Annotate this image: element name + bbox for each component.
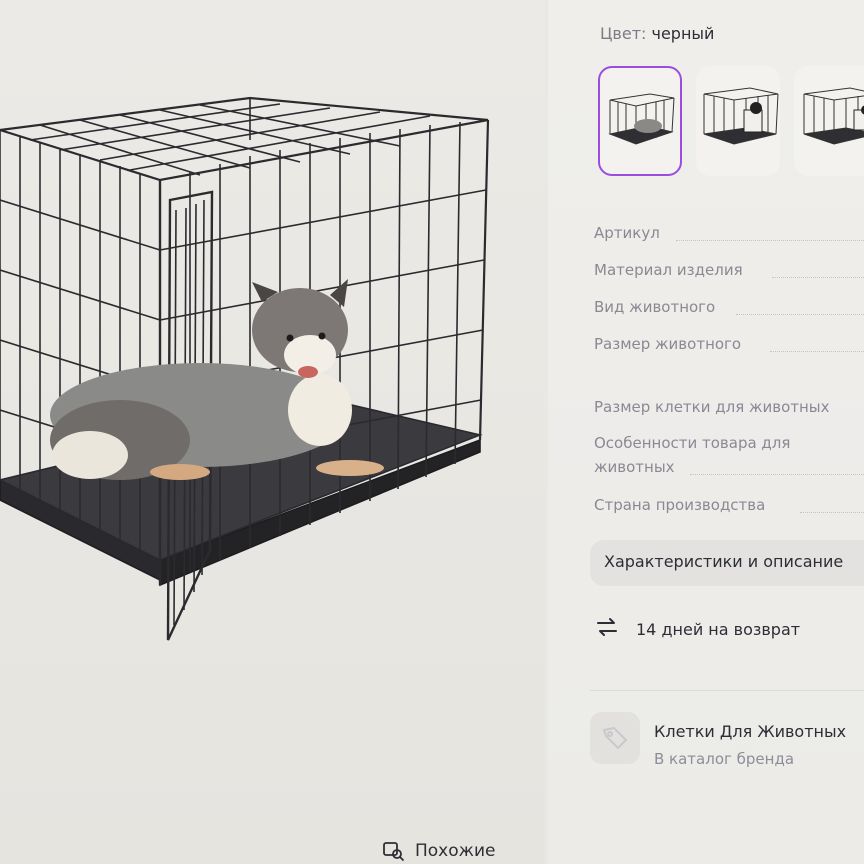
spec-label: Вид животного xyxy=(594,298,716,316)
color-label-prefix: Цвет: xyxy=(600,24,647,43)
thumbnail-image xyxy=(803,87,864,145)
spec-leader xyxy=(736,314,864,315)
similar-button-label: Похожие xyxy=(415,841,496,861)
brand-catalog-link[interactable]: В каталог бренда xyxy=(654,750,794,768)
spec-leader xyxy=(676,240,864,241)
spec-row-article: Артикул xyxy=(594,222,864,244)
spec-leader xyxy=(800,512,864,513)
spec-row-animal-size: Размер животного xyxy=(594,333,864,355)
spec-row-cage-size: Размер клетки для животных xyxy=(594,396,864,418)
spec-leader xyxy=(690,474,864,475)
spec-label: Материал изделия xyxy=(594,261,743,279)
characteristics-button-label: Характеристики и описание xyxy=(604,552,844,571)
spec-row-features: Особенности товара для xyxy=(594,432,864,454)
spec-label: Размер клетки для животных xyxy=(594,398,830,416)
spec-label: Страна производства xyxy=(594,496,766,514)
thumbnail-cage-photo-2[interactable] xyxy=(696,66,780,176)
return-policy-text: 14 дней на возврат xyxy=(636,620,801,639)
color-selector-label: Цвет: черный xyxy=(600,24,714,43)
brand-name[interactable]: Клетки Для Животных xyxy=(654,722,846,741)
spec-row-material: Материал изделия xyxy=(594,259,864,281)
product-main-image[interactable] xyxy=(0,80,500,660)
spec-row-country: Страна производства xyxy=(594,494,864,516)
spec-leader xyxy=(772,277,864,278)
brand-logo[interactable] xyxy=(590,712,640,764)
characteristics-button[interactable]: Характеристики и описание xyxy=(590,540,864,586)
spec-label: Размер животного xyxy=(594,335,742,353)
thumbnail-image xyxy=(608,93,675,145)
spec-label: Особенности товара для xyxy=(594,434,791,452)
thumbnail-image xyxy=(703,87,779,145)
thumbnail-cage-photo-3[interactable] xyxy=(794,66,864,176)
tag-icon xyxy=(602,726,628,750)
spec-row-features-cont: животных xyxy=(594,456,864,478)
return-arrows-icon xyxy=(597,618,617,636)
spec-row-animal-type: Вид животного xyxy=(594,296,864,318)
spec-label: животных xyxy=(594,458,675,476)
thumbnail-cage-photo-1[interactable] xyxy=(598,66,682,176)
divider xyxy=(590,690,864,691)
spec-label: Артикул xyxy=(594,224,660,242)
spec-leader xyxy=(770,351,864,352)
color-value: черный xyxy=(651,24,715,43)
similar-search-icon xyxy=(383,842,404,861)
